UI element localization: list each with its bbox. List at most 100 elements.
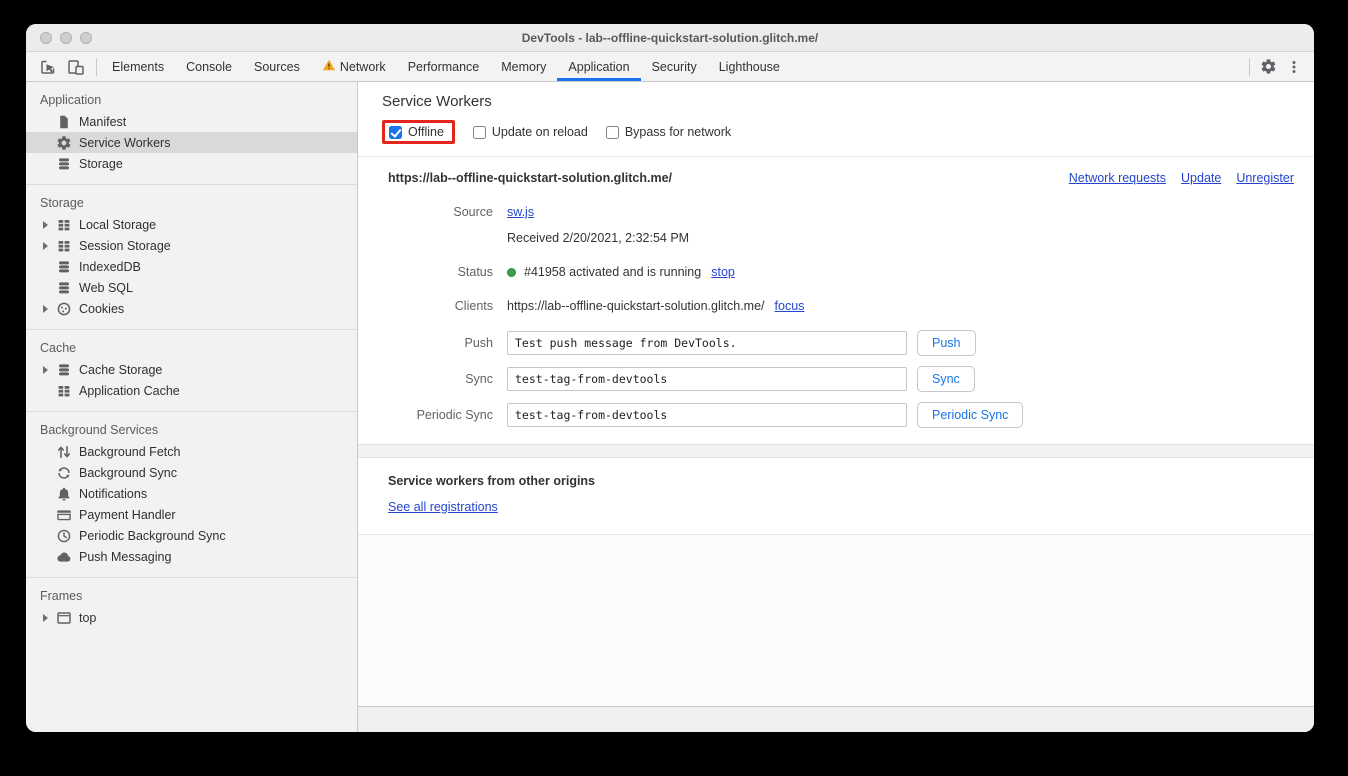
sidebar-item-background-fetch[interactable]: Background Fetch <box>26 441 357 462</box>
checkbox-unchecked-icon[interactable] <box>606 126 619 139</box>
tab-label: Lighthouse <box>719 60 780 74</box>
sidebar-item-top-frame[interactable]: top <box>26 607 357 628</box>
tab-performance[interactable]: Performance <box>397 52 491 81</box>
sidebar-item-payment-handler[interactable]: Payment Handler <box>26 504 357 525</box>
status-label: Status <box>388 265 493 279</box>
sidebar-item-label: top <box>79 611 96 625</box>
chevron-right-icon[interactable] <box>43 305 56 313</box>
service-worker-toggles: Offline Update on reload Bypass for netw… <box>382 117 1294 147</box>
update-on-reload-checkbox[interactable]: Update on reload <box>473 125 588 139</box>
application-sidebar: Application Manifest Service Workers Sto… <box>26 82 358 732</box>
sidebar-section-frames: Frames <box>26 585 357 607</box>
checkbox-checked-icon[interactable] <box>389 126 402 139</box>
sidebar-item-periodic-background-sync[interactable]: Periodic Background Sync <box>26 525 357 546</box>
other-origins-section: Service workers from other origins See a… <box>358 458 1314 535</box>
sidebar-item-label: Push Messaging <box>79 550 171 564</box>
sidebar-item-indexeddb[interactable]: IndexedDB <box>26 256 357 277</box>
source-file-link[interactable]: sw.js <box>507 205 534 219</box>
sidebar-item-label: Periodic Background Sync <box>79 529 226 543</box>
tab-network[interactable]: Network <box>311 52 397 81</box>
sidebar-section-application: Application <box>26 89 357 111</box>
sidebar-item-label: Payment Handler <box>79 508 176 522</box>
sidebar-item-cache-storage[interactable]: Cache Storage <box>26 359 357 380</box>
inspect-element-icon[interactable] <box>36 55 60 79</box>
minimize-window-button[interactable] <box>60 32 72 44</box>
tab-label: Performance <box>408 60 480 74</box>
status-green-dot-icon <box>507 268 516 277</box>
checkbox-unchecked-icon[interactable] <box>473 126 486 139</box>
sidebar-item-label: Session Storage <box>79 239 171 253</box>
stop-link[interactable]: stop <box>711 265 735 279</box>
sidebar-item-service-workers[interactable]: Service Workers <box>26 132 357 153</box>
sidebar-item-notifications[interactable]: Notifications <box>26 483 357 504</box>
sidebar-section-background-services: Background Services <box>26 419 357 441</box>
sync-button[interactable]: Sync <box>917 366 975 392</box>
other-origins-title: Service workers from other origins <box>388 474 1294 488</box>
clock-icon <box>56 528 72 544</box>
card-icon <box>56 507 72 523</box>
sidebar-item-label: Service Workers <box>79 136 170 150</box>
sidebar-item-session-storage[interactable]: Session Storage <box>26 235 357 256</box>
empty-area <box>358 535 1314 706</box>
bell-icon <box>56 486 72 502</box>
tab-security[interactable]: Security <box>641 52 708 81</box>
push-message-input[interactable] <box>507 331 907 355</box>
kebab-menu-icon[interactable] <box>1282 55 1306 79</box>
sidebar-item-label: Background Sync <box>79 466 177 480</box>
checkbox-label: Offline <box>408 125 444 139</box>
sidebar-item-push-messaging[interactable]: Push Messaging <box>26 546 357 567</box>
title-bar: DevTools - lab--offline-quickstart-solut… <box>26 24 1314 52</box>
tab-sources[interactable]: Sources <box>243 52 311 81</box>
tab-elements[interactable]: Elements <box>101 52 175 81</box>
bypass-for-network-checkbox[interactable]: Bypass for network <box>606 125 731 139</box>
sidebar-item-web-sql[interactable]: Web SQL <box>26 277 357 298</box>
sidebar-item-local-storage[interactable]: Local Storage <box>26 214 357 235</box>
sidebar-item-storage[interactable]: Storage <box>26 153 357 174</box>
settings-gear-icon[interactable] <box>1256 55 1280 79</box>
see-all-registrations-link[interactable]: See all registrations <box>388 500 498 514</box>
tab-lighthouse[interactable]: Lighthouse <box>708 52 791 81</box>
panel-tabs: Elements Console Sources Network Perform… <box>101 52 791 81</box>
chevron-right-icon[interactable] <box>43 221 56 229</box>
sidebar-item-label: Storage <box>79 157 123 171</box>
service-worker-details: https://lab--offline-quickstart-solution… <box>358 157 1314 444</box>
tab-console[interactable]: Console <box>175 52 243 81</box>
periodic-sync-tag-input[interactable] <box>507 403 907 427</box>
push-button[interactable]: Push <box>917 330 976 356</box>
sidebar-item-manifest[interactable]: Manifest <box>26 111 357 132</box>
gear-icon <box>56 135 72 151</box>
sidebar-item-cookies[interactable]: Cookies <box>26 298 357 319</box>
tab-memory[interactable]: Memory <box>490 52 557 81</box>
page-title: Service Workers <box>382 93 1294 110</box>
tab-label: Sources <box>254 60 300 74</box>
received-row: Received 2/20/2021, 2:32:54 PM <box>388 231 1294 245</box>
warning-icon <box>322 58 336 75</box>
close-window-button[interactable] <box>40 32 52 44</box>
update-link[interactable]: Update <box>1181 171 1221 185</box>
periodic-sync-button[interactable]: Periodic Sync <box>917 402 1023 428</box>
sidebar-item-label: Cookies <box>79 302 124 316</box>
chevron-right-icon[interactable] <box>43 242 56 250</box>
maximize-window-button[interactable] <box>80 32 92 44</box>
unregister-link[interactable]: Unregister <box>1236 171 1294 185</box>
status-row: Status #41958 activated and is running s… <box>388 265 1294 279</box>
chevron-right-icon[interactable] <box>43 614 56 622</box>
tab-application[interactable]: Application <box>557 52 640 81</box>
chevron-right-icon[interactable] <box>43 366 56 374</box>
offline-checkbox[interactable]: Offline <box>389 125 444 139</box>
client-url: https://lab--offline-quickstart-solution… <box>507 299 765 313</box>
database-icon <box>56 280 72 296</box>
focus-link[interactable]: focus <box>775 299 805 313</box>
toolbar-divider <box>1249 58 1250 76</box>
sidebar-item-label: Background Fetch <box>79 445 180 459</box>
sidebar-section-storage: Storage <box>26 192 357 214</box>
sync-tag-input[interactable] <box>507 367 907 391</box>
device-toolbar-icon[interactable] <box>64 55 88 79</box>
status-text: #41958 activated and is running <box>524 265 701 279</box>
sidebar-item-application-cache[interactable]: Application Cache <box>26 380 357 401</box>
tab-label: Memory <box>501 60 546 74</box>
network-requests-link[interactable]: Network requests <box>1069 171 1166 185</box>
sidebar-item-background-sync[interactable]: Background Sync <box>26 462 357 483</box>
window-title: DevTools - lab--offline-quickstart-solut… <box>26 31 1314 45</box>
devtools-window: DevTools - lab--offline-quickstart-solut… <box>26 24 1314 732</box>
